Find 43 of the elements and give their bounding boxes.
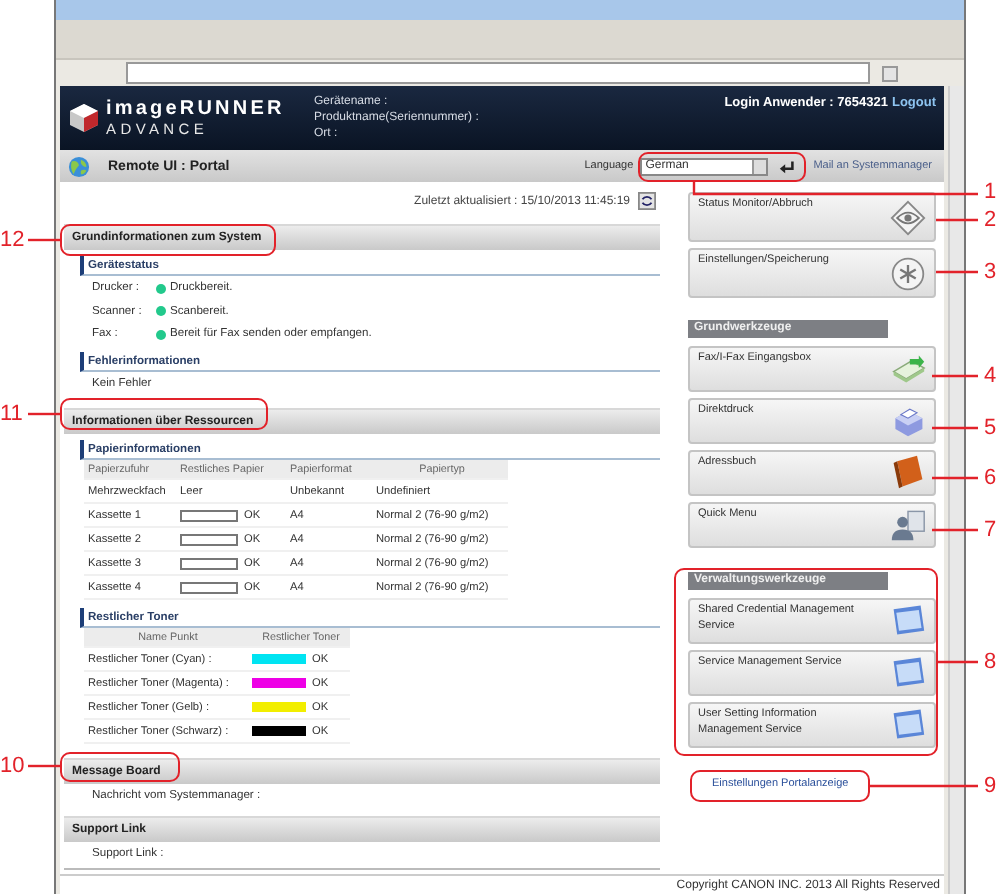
callout-number: 2 [984,208,997,232]
paper-level-bar [180,557,238,569]
globe-icon [68,155,90,178]
leader-line [936,218,978,222]
callout-number: 9 [984,774,997,798]
window-icon [890,602,926,639]
scrollbar[interactable] [948,86,964,894]
callout-number: 7 [984,518,997,542]
paper-level-bar [180,509,238,521]
user-card-icon [890,506,926,543]
callout-number: 6 [984,466,997,490]
window-icon [890,654,926,691]
paper-level-bar [180,533,238,545]
window-icon [890,706,926,743]
callout-number: 8 [984,650,997,674]
leader-line [28,238,60,242]
leader-line [938,660,978,664]
eye-icon [890,200,926,237]
leader-line [932,476,978,480]
callout-number: 11 [0,402,23,426]
callout-frame [60,752,180,782]
callout-number: 12 [0,228,25,252]
leader-line [932,528,978,532]
callout-number: 10 [0,754,25,778]
leader-line [932,426,978,430]
leader-line [28,764,60,768]
address-field[interactable] [126,62,870,84]
leader-line [28,412,60,416]
callout-number: 1 [984,180,997,204]
paper-level-bar [180,581,238,593]
leader-line [870,784,978,788]
leader-line [936,270,978,274]
logo-text: imageRUNNER [106,98,287,121]
callout-number: 3 [984,260,997,284]
refresh-icon[interactable] [638,192,656,211]
gear-icon [890,256,926,293]
leader-line [932,374,978,378]
cube-logo-icon [68,102,100,135]
callout-number: 5 [984,416,997,440]
apply-arrow-icon[interactable] [777,157,796,176]
book-icon [890,454,926,491]
callout-number: 4 [984,364,997,388]
document-tray-icon [890,350,926,387]
